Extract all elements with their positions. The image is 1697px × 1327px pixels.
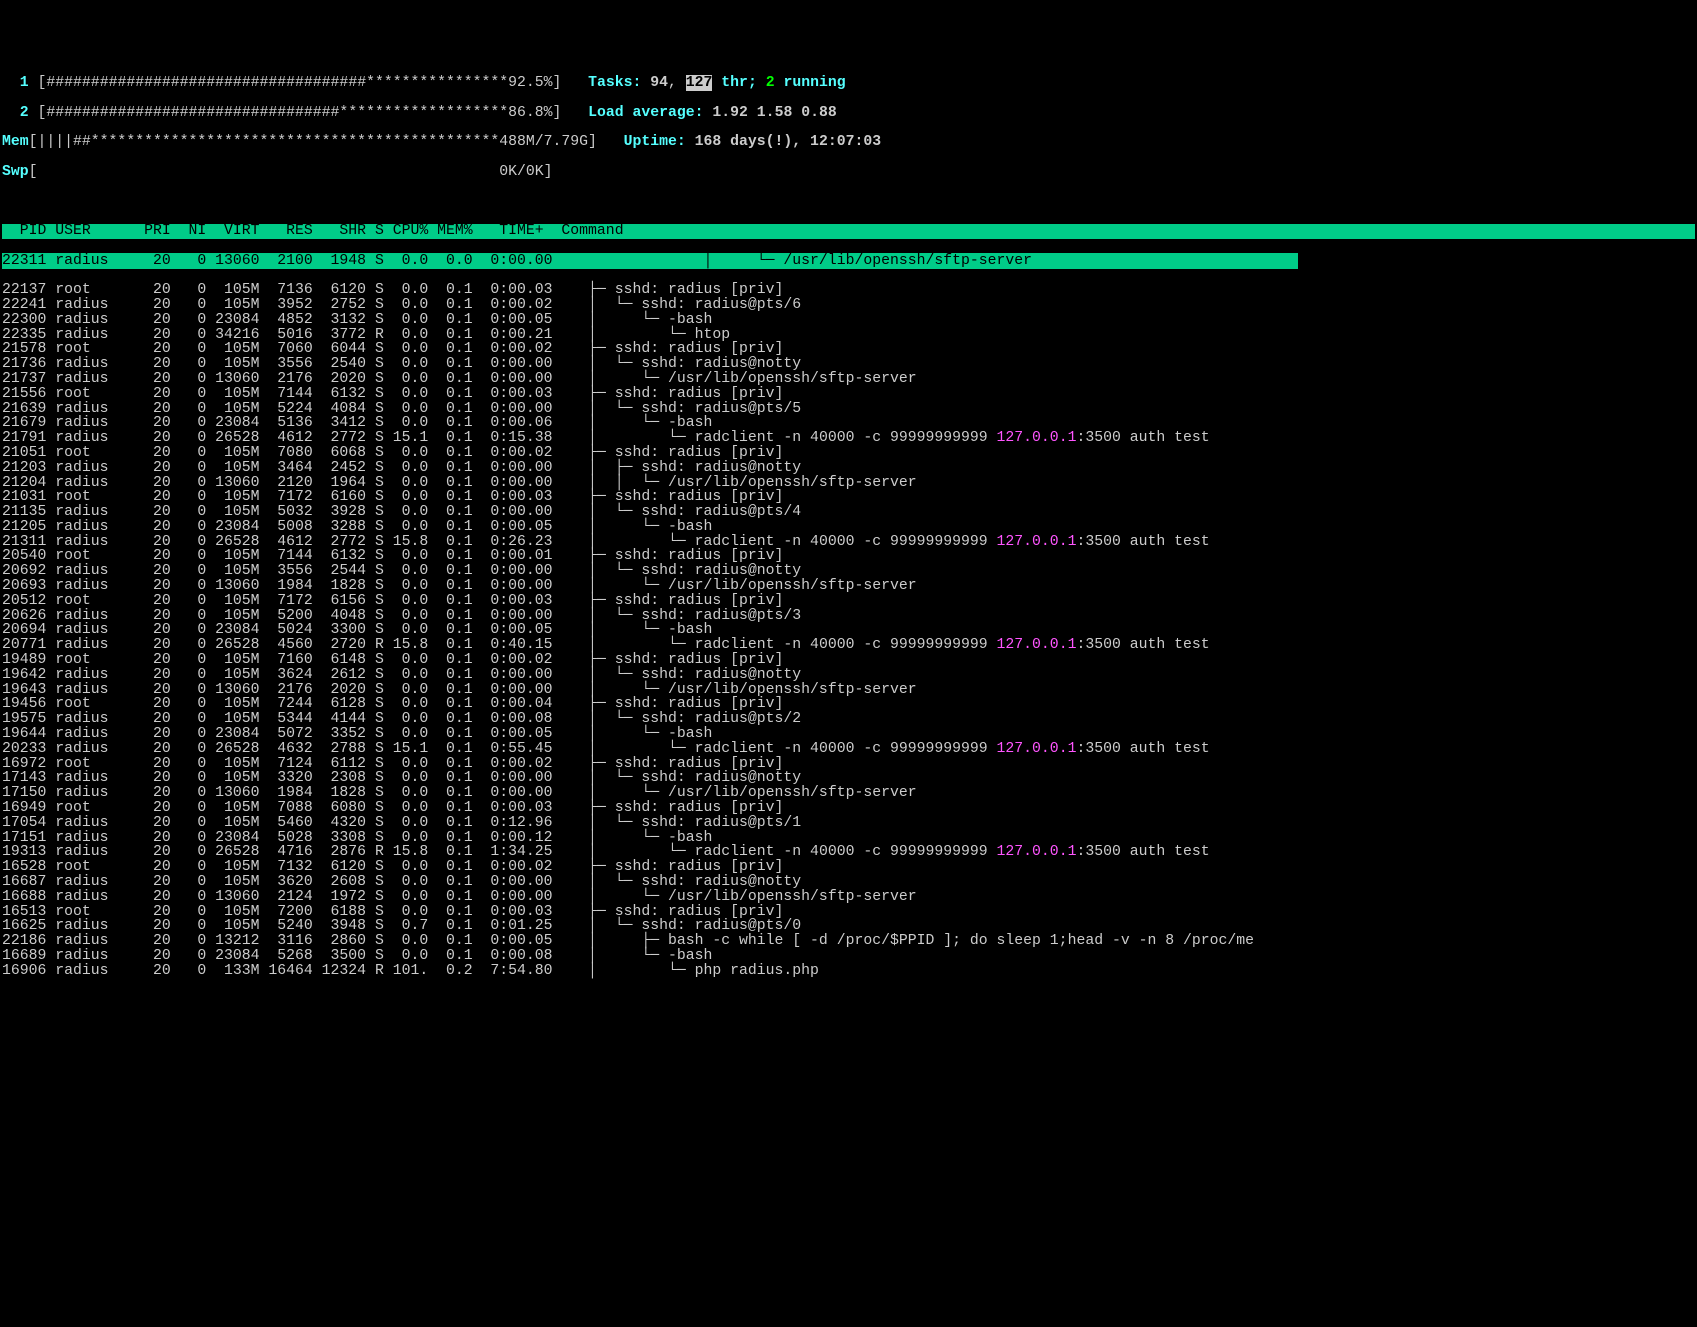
process-row[interactable]: 21203 radius 20 0 105M 3464 2452 S 0.0 0… <box>2 461 1695 476</box>
cpu2-meter: 2 [#################################****… <box>2 106 1695 121</box>
cpu1-meter: 1 [####################################*… <box>2 76 1695 91</box>
process-row[interactable]: 21051 root 20 0 105M 7080 6068 S 0.0 0.1… <box>2 446 1695 461</box>
process-row[interactable]: 16689 radius 20 0 23084 5268 3500 S 0.0 … <box>2 949 1695 964</box>
process-row[interactable]: 17143 radius 20 0 105M 3320 2308 S 0.0 0… <box>2 771 1695 786</box>
process-row[interactable]: 16688 radius 20 0 13060 2124 1972 S 0.0 … <box>2 890 1695 905</box>
process-row[interactable]: 21736 radius 20 0 105M 3556 2540 S 0.0 0… <box>2 357 1695 372</box>
process-row[interactable]: 16949 root 20 0 105M 7088 6080 S 0.0 0.1… <box>2 801 1695 816</box>
process-row[interactable]: 17150 radius 20 0 13060 1984 1828 S 0.0 … <box>2 786 1695 801</box>
process-row[interactable]: 19644 radius 20 0 23084 5072 3352 S 0.0 … <box>2 727 1695 742</box>
process-row[interactable]: 20692 radius 20 0 105M 3556 2544 S 0.0 0… <box>2 564 1695 579</box>
process-row[interactable]: 16625 radius 20 0 105M 5240 3948 S 0.7 0… <box>2 919 1695 934</box>
process-row[interactable]: 21135 radius 20 0 105M 5032 3928 S 0.0 0… <box>2 505 1695 520</box>
selected-command: │ └─ /usr/lib/openssh/sftp-server <box>561 253 1298 269</box>
process-row[interactable]: 19313 radius 20 0 26528 4716 2876 R 15.8… <box>2 845 1695 860</box>
process-row[interactable]: 21578 root 20 0 105M 7060 6044 S 0.0 0.1… <box>2 342 1695 357</box>
process-row[interactable]: 19489 root 20 0 105M 7160 6148 S 0.0 0.1… <box>2 653 1695 668</box>
process-row[interactable]: 20771 radius 20 0 26528 4560 2720 R 15.8… <box>2 638 1695 653</box>
process-row[interactable]: 22241 radius 20 0 105M 3952 2752 S 0.0 0… <box>2 298 1695 313</box>
process-row[interactable]: 21031 root 20 0 105M 7172 6160 S 0.0 0.1… <box>2 490 1695 505</box>
process-row[interactable]: 20693 radius 20 0 13060 1984 1828 S 0.0 … <box>2 579 1695 594</box>
process-row[interactable]: 21737 radius 20 0 13060 2176 2020 S 0.0 … <box>2 372 1695 387</box>
htop-screen[interactable]: 1 [####################################*… <box>2 61 1695 993</box>
process-row[interactable]: 16906 radius 20 0 133M 16464 12324 R 101… <box>2 964 1695 979</box>
process-row[interactable]: 19642 radius 20 0 105M 3624 2612 S 0.0 0… <box>2 668 1695 683</box>
process-row[interactable]: 16528 root 20 0 105M 7132 6120 S 0.0 0.1… <box>2 860 1695 875</box>
process-row[interactable]: 16687 radius 20 0 105M 3620 2608 S 0.0 0… <box>2 875 1695 890</box>
process-row[interactable]: 22186 radius 20 0 13212 3116 2860 S 0.0 … <box>2 934 1695 949</box>
swp-meter: Swp[ 0K/0K] <box>2 165 1695 180</box>
blank-line <box>2 194 1695 209</box>
process-row[interactable]: 19575 radius 20 0 105M 5344 4144 S 0.0 0… <box>2 712 1695 727</box>
process-row[interactable]: 21205 radius 20 0 23084 5008 3288 S 0.0 … <box>2 520 1695 535</box>
process-row[interactable]: 21791 radius 20 0 26528 4612 2772 S 15.1… <box>2 431 1695 446</box>
process-list[interactable]: 22137 root 20 0 105M 7136 6120 S 0.0 0.1… <box>2 283 1695 978</box>
process-row[interactable]: 21556 root 20 0 105M 7144 6132 S 0.0 0.1… <box>2 387 1695 402</box>
process-row[interactable]: 21679 radius 20 0 23084 5136 3412 S 0.0 … <box>2 416 1695 431</box>
process-row[interactable]: 17054 radius 20 0 105M 5460 4320 S 0.0 0… <box>2 816 1695 831</box>
process-row[interactable]: 22137 root 20 0 105M 7136 6120 S 0.0 0.1… <box>2 283 1695 298</box>
mem-meter: Mem[||||##******************************… <box>2 135 1695 150</box>
column-headers[interactable]: PID USER PRI NI VIRT RES SHR S CPU% MEM%… <box>2 224 1695 239</box>
selected-row[interactable]: 22311 radius 20 0 13060 2100 1948 S 0.0 … <box>2 254 1695 269</box>
process-row[interactable]: 20233 radius 20 0 26528 4632 2788 S 15.1… <box>2 742 1695 757</box>
process-row[interactable]: 22300 radius 20 0 23084 4852 3132 S 0.0 … <box>2 313 1695 328</box>
process-row[interactable]: 20512 root 20 0 105M 7172 6156 S 0.0 0.1… <box>2 594 1695 609</box>
